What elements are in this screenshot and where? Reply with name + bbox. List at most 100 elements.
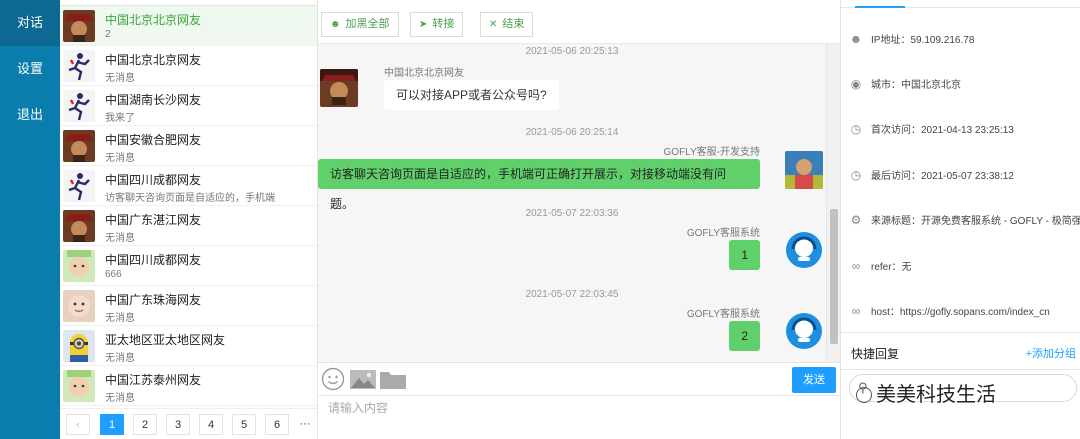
info-city: ◉ 城市：中国北京北京	[849, 76, 961, 91]
scrollbar-thumb[interactable]	[830, 209, 838, 344]
visitor-panel: 中国北京北京网友 2 中国北京北京网友 无消息 中国湖南长沙网友 我来了 中国安徽合肥网友无…	[60, 0, 318, 439]
page-button[interactable]: 2	[133, 414, 157, 435]
message-input[interactable]: 请输入内容	[318, 395, 840, 439]
info-host-text: host：https://gofly.sopans.com/index_cn	[871, 307, 1050, 318]
info-refer-text: refer：无	[871, 262, 912, 273]
visitor-name: 中国湖南长沙网友	[105, 93, 202, 107]
transfer-label: 转接	[432, 18, 455, 30]
end-label: 结束	[502, 18, 525, 30]
watermark-logo-icon	[856, 387, 872, 403]
visitor-avatar	[63, 330, 95, 362]
visitor-item[interactable]: 亚太地区亚太地区网友 无消息	[60, 326, 317, 366]
page-button[interactable]: 4	[199, 414, 223, 435]
info-first-visit-text: 首次访问：2021-04-13 23:25:13	[871, 125, 1014, 136]
message-timestamp: 2021-05-06 20:25:14	[525, 127, 619, 138]
visitor-name: 中国广东珠海网友	[105, 293, 202, 307]
visitor-avatar	[63, 210, 95, 242]
message-timestamp: 2021-05-07 22:03:36	[525, 208, 619, 219]
agent-avatar	[785, 312, 823, 350]
page-button[interactable]: 5	[232, 414, 256, 435]
visitor-avatar	[63, 130, 95, 162]
visitor-avatar	[63, 50, 95, 82]
visitor-avatar	[320, 69, 358, 107]
visitor-list: 中国北京北京网友 2 中国北京北京网友 无消息 中国湖南长沙网友 我来了 中国安徽合肥网友无…	[60, 6, 317, 408]
visitor-item[interactable]: 中国广东湛江网友 无消息	[60, 206, 317, 246]
message-bubble-agent: 2	[729, 321, 760, 351]
visitor-name: 中国广东湛江网友	[105, 213, 202, 227]
blacklist-label: 加黑全部	[345, 18, 390, 30]
info-first-visit: ◷ 首次访问：2021-04-13 23:25:13	[849, 121, 1014, 136]
clock-icon: ◷	[850, 168, 862, 182]
close-icon: ✕	[489, 19, 498, 30]
visitor-info-panel: ☻ IP地址：59.109.216.78 ◉ 城市：中国北京北京 ◷ 首次访问：202…	[840, 0, 1080, 439]
visitor-name: 中国北京北京网友	[105, 13, 202, 27]
visitor-last-message: 无消息	[105, 233, 135, 244]
folder-icon[interactable]	[379, 367, 407, 394]
visitor-last-message: 无消息	[105, 313, 135, 324]
chat-input-area: 发送 请输入内容	[318, 362, 840, 439]
page-more-button[interactable]: ···	[294, 414, 316, 435]
info-tabs	[841, 0, 1080, 8]
end-button[interactable]: ✕ 结束	[480, 12, 534, 37]
visitor-name: 中国江苏泰州网友	[105, 373, 202, 387]
visitor-name: 中国北京北京网友	[105, 53, 202, 67]
visitor-last-message: 无消息	[105, 393, 135, 404]
message-sender: GOFLY客服系统	[686, 309, 760, 320]
info-city-text: 城市：中国北京北京	[871, 80, 961, 91]
clock-icon: ◷	[850, 122, 862, 136]
user-icon: ☻	[330, 19, 341, 30]
quick-reply-title: 快捷回复	[851, 347, 900, 361]
visitor-item[interactable]: 中国北京北京网友 无消息	[60, 46, 317, 86]
message-bubble-visitor: 可以对接APP或者公众号吗?	[384, 80, 559, 110]
visitor-avatar	[63, 90, 95, 122]
nav-settings[interactable]: 设置	[0, 46, 60, 92]
page-prev-button[interactable]: ‹	[66, 414, 90, 435]
page-button[interactable]: 6	[265, 414, 289, 435]
location-icon: ◉	[850, 77, 862, 91]
agent-avatar	[785, 231, 823, 269]
visitor-item[interactable]: 中国广东珠海网友 无消息	[60, 286, 317, 326]
visitor-last-message: 2	[105, 29, 111, 40]
nav-logout[interactable]: 退出	[0, 92, 60, 138]
active-tab-indicator	[855, 6, 905, 8]
visitor-last-message: 无消息	[105, 153, 135, 164]
message-sender: GOFLY客服系统	[686, 228, 760, 239]
info-ip: ☻ IP地址：59.109.216.78	[849, 31, 975, 46]
nav-chat[interactable]: 对话	[0, 0, 60, 46]
info-last-visit-text: 最后访问：2021-05-07 23:38:12	[871, 171, 1014, 182]
user-icon: ☻	[849, 32, 863, 46]
add-group-link[interactable]: +添加分组	[1026, 345, 1076, 361]
info-refer: ∞ refer：无	[849, 258, 912, 273]
message-bubble-agent: 访客聊天咨询页面是自适应的，手机端可正确打开展示，对接移动端没有问题。	[318, 159, 760, 211]
page-button[interactable]: 1	[100, 414, 124, 435]
visitor-item[interactable]: 中国四川成都网友访客聊天咨询页面是自适应的，手机端	[60, 166, 317, 206]
chat-toolbar: ☻ 加黑全部 ➤ 转接 ✕ 结束	[318, 0, 840, 44]
visitor-name: 中国安徽合肥网友	[105, 133, 202, 147]
visitor-name: 中国四川成都网友	[105, 253, 202, 267]
agent-avatar	[785, 151, 823, 189]
message-scrollbar[interactable]	[826, 44, 840, 362]
visitor-last-message: 无消息	[105, 73, 135, 84]
blacklist-button[interactable]: ☻ 加黑全部	[321, 12, 399, 37]
visitor-name: 亚太地区亚太地区网友	[105, 333, 226, 347]
visitor-last-message: 无消息	[105, 353, 135, 364]
transfer-button[interactable]: ➤ 转接	[410, 12, 464, 37]
visitor-avatar	[63, 250, 95, 282]
tag-icon: ⚙	[850, 213, 862, 227]
send-button[interactable]: 发送	[792, 367, 836, 393]
visitor-item[interactable]: 中国北京北京网友 2	[60, 6, 317, 46]
info-source-text: 来源标题：开源免费客服系统 - GOFLY - 极简强大	[871, 216, 1080, 227]
emoji-icon[interactable]	[321, 367, 345, 394]
visitor-item[interactable]: 中国湖南长沙网友 我来了	[60, 86, 317, 126]
image-icon[interactable]	[349, 367, 377, 394]
visitor-last-message: 访客聊天咨询页面是自适应的，手机端	[105, 193, 275, 204]
page-button[interactable]: 3	[166, 414, 190, 435]
info-last-visit: ◷ 最后访问：2021-05-07 23:38:12	[849, 167, 1014, 182]
visitor-item[interactable]: 中国江苏泰州网友 无消息	[60, 366, 317, 406]
visitor-item[interactable]: 中国四川成都网友 666	[60, 246, 317, 286]
chat-panel: ☻ 加黑全部 ➤ 转接 ✕ 结束 2021-05-06 20:25:13 中国北京北京…	[318, 0, 840, 439]
main-nav: 对话 设置 退出	[0, 0, 60, 439]
visitor-name: 中国四川成都网友	[105, 173, 202, 187]
pagination: ‹ 1 2 3 4 5 6 ···	[60, 408, 317, 439]
visitor-item[interactable]: 中国安徽合肥网友 无消息	[60, 126, 317, 166]
